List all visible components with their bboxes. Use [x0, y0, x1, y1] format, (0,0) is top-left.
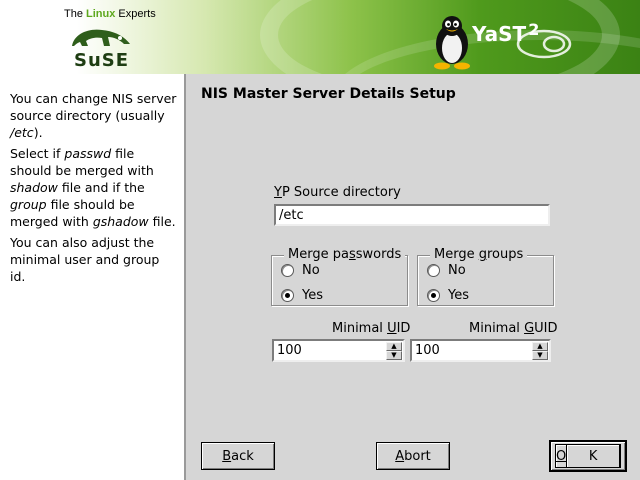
help-text: You can change NIS server source directo…	[6, 86, 182, 293]
yp-source-input[interactable]	[274, 204, 550, 226]
back-button[interactable]: Back	[201, 442, 275, 470]
minimal-guid-label: Minimal GUID	[469, 321, 558, 336]
yp-source-label: YP Source directory	[274, 185, 401, 200]
radio-on-icon	[427, 289, 440, 302]
abort-button[interactable]: Abort	[376, 442, 450, 470]
radio-on-icon	[281, 289, 294, 302]
merge-groups-frame: Merge groups No Yes	[417, 247, 554, 306]
tux-penguin-icon	[434, 16, 470, 70]
dialog-main: NIS Master Server Details Setup YP Sourc…	[188, 74, 640, 480]
suse-tagline: The Linux Experts	[64, 8, 156, 20]
suse-brand: SuSE	[74, 50, 130, 71]
merge-passwords-yes-radio[interactable]: Yes	[281, 288, 323, 303]
help-pane: You can change NIS server source directo…	[0, 74, 186, 480]
radio-off-icon	[281, 264, 294, 277]
page-title: NIS Master Server Details Setup	[201, 86, 456, 102]
yast-product-name: YaST 2	[472, 20, 540, 46]
minimal-guid-spinbox[interactable]: 100 ▲ ▼	[410, 339, 551, 362]
minimal-uid-label: Minimal UID	[332, 321, 411, 336]
help-paragraph: Select if passwd file should be merged w…	[10, 146, 176, 229]
spin-up-icon[interactable]: ▲	[532, 342, 548, 351]
help-paragraph: You can also adjust the minimal user and…	[10, 235, 160, 284]
minimal-guid-value[interactable]: 100	[415, 343, 440, 358]
merge-groups-no-radio[interactable]: No	[427, 263, 466, 278]
help-paragraph: You can change NIS server source directo…	[10, 91, 177, 140]
merge-passwords-title: Merge passwords	[284, 247, 406, 262]
minimal-uid-value[interactable]: 100	[277, 343, 302, 358]
spin-down-icon[interactable]: ▼	[532, 351, 548, 360]
ok-button[interactable]: OK	[549, 440, 627, 472]
ok-button-label: OK	[555, 444, 621, 468]
merge-groups-yes-radio[interactable]: Yes	[427, 288, 469, 303]
merge-passwords-no-radio[interactable]: No	[281, 263, 320, 278]
chameleon-logo-icon	[72, 29, 130, 46]
merge-passwords-frame: Merge passwords No Yes	[271, 247, 408, 306]
gid-spin-buttons: ▲ ▼	[532, 342, 548, 360]
uid-spin-buttons: ▲ ▼	[386, 342, 402, 360]
minimal-uid-spinbox[interactable]: 100 ▲ ▼	[272, 339, 405, 362]
radio-off-icon	[427, 264, 440, 277]
spin-up-icon[interactable]: ▲	[386, 342, 402, 351]
header-banner: The Linux Experts SuSE YaST 2	[0, 0, 640, 74]
merge-groups-title: Merge groups	[430, 247, 528, 262]
spin-down-icon[interactable]: ▼	[386, 351, 402, 360]
